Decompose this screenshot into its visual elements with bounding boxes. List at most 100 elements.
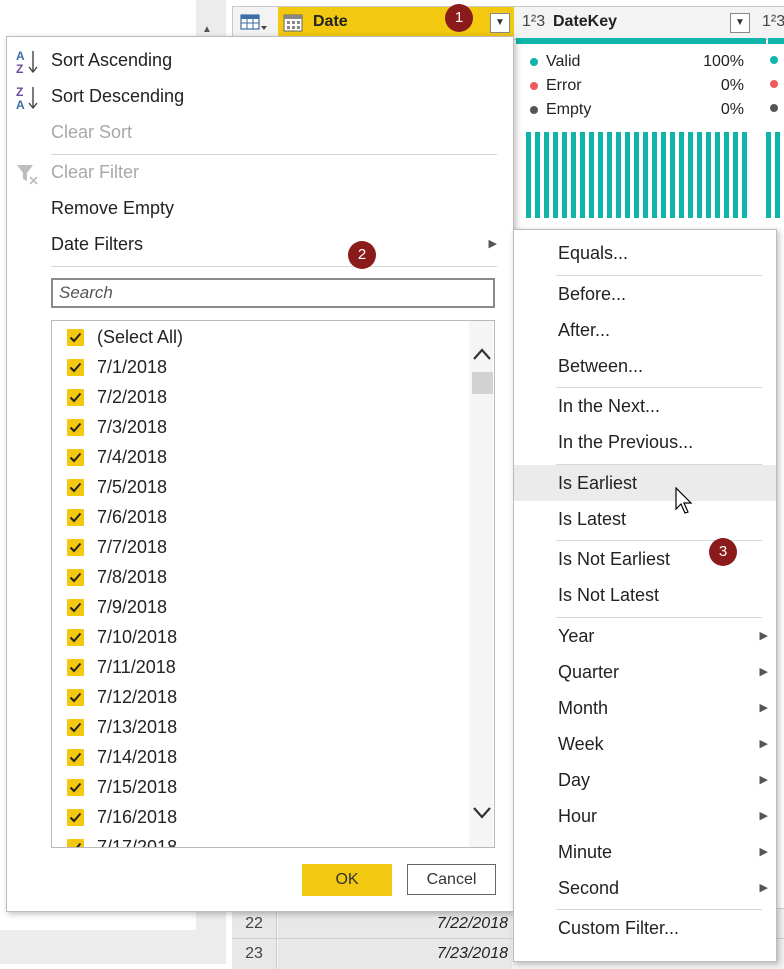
checkbox-checked-icon[interactable]: [67, 779, 84, 796]
list-item-label: 7/10/2018: [97, 627, 178, 647]
submenu-item-label: Between...: [558, 356, 644, 376]
datekey-filter-dropdown-button[interactable]: ▼: [730, 13, 750, 33]
checkbox-checked-icon[interactable]: [67, 389, 84, 406]
list-item-label: (Select All): [97, 327, 184, 347]
checkbox-checked-icon[interactable]: [67, 449, 84, 466]
distribution-bar: [553, 132, 558, 218]
distribution-bar: [733, 132, 738, 218]
row-date: 7/22/2018: [278, 909, 512, 939]
submenu-item-year[interactable]: Year ▶: [558, 618, 768, 654]
submenu-item-label: In the Previous...: [558, 432, 694, 452]
chevron-right-icon: ▶: [759, 810, 768, 822]
submenu-item-label: In the Next...: [558, 396, 661, 416]
table-icon[interactable]: [240, 13, 270, 33]
date-filter-dropdown-button[interactable]: ▼: [490, 13, 510, 33]
submenu-item-label: After...: [558, 320, 611, 340]
submenu-item-day[interactable]: Day ▶: [558, 762, 768, 798]
submenu-item-is-earliest[interactable]: Is Earliest: [558, 465, 768, 501]
calendar-icon: [283, 13, 303, 33]
clear-sort-item[interactable]: Clear Sort: [51, 117, 132, 147]
submenu-item-hour[interactable]: Hour ▶: [558, 798, 768, 834]
list-scrollbar[interactable]: [469, 321, 493, 847]
list-item-label: 7/16/2018: [97, 807, 178, 827]
sort-descending-item[interactable]: Sort Descending: [51, 81, 184, 111]
value-list: (Select All) 7/1/2018 7/2/2018 7/3/2018 7/4/…: [51, 320, 495, 848]
checkbox-checked-icon[interactable]: [67, 359, 84, 376]
scrollbar-thumb[interactable]: [472, 372, 493, 394]
distribution-bar: [589, 132, 594, 218]
chevron-right-icon: ▶: [488, 238, 497, 250]
chevron-right-icon: ▶: [759, 846, 768, 858]
distribution-bar: [580, 132, 585, 218]
checkbox-checked-icon[interactable]: [67, 659, 84, 676]
submenu-item-label: Is Latest: [558, 509, 627, 529]
checkbox-checked-icon[interactable]: [67, 539, 84, 556]
clear-filter-item[interactable]: Clear Filter: [51, 157, 139, 187]
chevron-right-icon: ▶: [759, 882, 768, 894]
checkbox-checked-icon[interactable]: [67, 809, 84, 826]
remove-empty-item[interactable]: Remove Empty: [51, 193, 174, 223]
submenu-item-after[interactable]: After...: [558, 312, 768, 348]
distribution-bar: [679, 132, 684, 218]
checkbox-checked-icon[interactable]: [67, 509, 84, 526]
distribution-bar: [544, 132, 549, 218]
checkbox-checked-icon[interactable]: [67, 719, 84, 736]
scroll-up-icon[interactable]: [472, 344, 492, 367]
column-quality-panel: Valid 100% Error 0% Empty 0%: [530, 50, 744, 122]
submenu-item-before[interactable]: Before...: [558, 276, 768, 312]
list-item-label: 7/14/2018: [97, 747, 178, 767]
distribution-bar: [598, 132, 603, 218]
submenu-item-second[interactable]: Second ▶: [558, 870, 768, 906]
sort-ascending-item[interactable]: Sort Ascending: [51, 45, 172, 75]
submenu-item-label: Second: [558, 878, 620, 898]
checkbox-checked-icon[interactable]: [67, 629, 84, 646]
distribution-bar: [616, 132, 621, 218]
checkbox-checked-icon[interactable]: [67, 599, 84, 616]
submenu-item-minute[interactable]: Minute ▶: [558, 834, 768, 870]
date-column-label: Date: [313, 13, 348, 30]
checkbox-checked-icon[interactable]: [67, 689, 84, 706]
list-item-label: 7/7/2018: [97, 537, 168, 557]
row-date: 7/23/2018: [278, 939, 512, 969]
submenu-item-in-the-next[interactable]: In the Next...: [558, 388, 768, 424]
submenu-item-label: Minute: [558, 842, 613, 862]
submenu-item-month[interactable]: Month ▶: [558, 690, 768, 726]
clear-filter-icon: [15, 159, 41, 189]
search-input[interactable]: Search: [51, 278, 495, 308]
date-filters-item[interactable]: Date Filters ▶: [51, 229, 497, 259]
checkbox-checked-icon[interactable]: [67, 749, 84, 766]
list-item-label: 7/5/2018: [97, 477, 168, 497]
submenu-item-quarter[interactable]: Quarter ▶: [558, 654, 768, 690]
ok-button[interactable]: OK: [302, 864, 392, 896]
submenu-item-label: Custom Filter...: [558, 918, 680, 938]
submenu-item-label: Day: [558, 770, 591, 790]
sort-descending-icon: Z A: [15, 83, 41, 113]
submenu-item-is-not-latest[interactable]: Is Not Latest: [558, 577, 768, 613]
submenu-item-equals[interactable]: Equals...: [558, 235, 768, 271]
cancel-button[interactable]: Cancel: [407, 864, 496, 895]
submenu-item-label: Year: [558, 626, 595, 646]
submenu-item-week[interactable]: Week ▶: [558, 726, 768, 762]
submenu-item-between[interactable]: Between...: [558, 348, 768, 384]
scroll-down-icon[interactable]: [472, 806, 492, 825]
checkbox-checked-icon[interactable]: [67, 479, 84, 496]
distribution-bar: [526, 132, 531, 218]
submenu-item-label: Is Not Earliest: [558, 549, 671, 569]
whole-number-icon: 1²3: [762, 13, 784, 30]
submenu-item-is-not-earliest[interactable]: Is Not Earliest: [558, 541, 768, 577]
collapse-icon[interactable]: ▲: [202, 24, 212, 35]
submenu-item-in-the-previous[interactable]: In the Previous...: [558, 424, 768, 460]
checkbox-checked-icon[interactable]: [67, 569, 84, 586]
checkbox-checked-icon[interactable]: [67, 419, 84, 436]
distribution-bar: [688, 132, 693, 218]
submenu-item-is-latest[interactable]: Is Latest: [558, 501, 768, 537]
checkbox-checked-icon[interactable]: [67, 329, 84, 346]
checkbox-checked-icon[interactable]: [67, 839, 84, 847]
mouse-cursor-icon: [675, 486, 695, 520]
column-distribution-chart: [766, 132, 784, 218]
submenu-item-custom-filter[interactable]: Custom Filter...: [558, 910, 768, 946]
submenu-item-label: Quarter: [558, 662, 620, 682]
list-item-label: 7/2/2018: [97, 387, 168, 407]
sort-ascending-icon: A Z: [15, 47, 41, 77]
distribution-bar: [661, 132, 666, 218]
